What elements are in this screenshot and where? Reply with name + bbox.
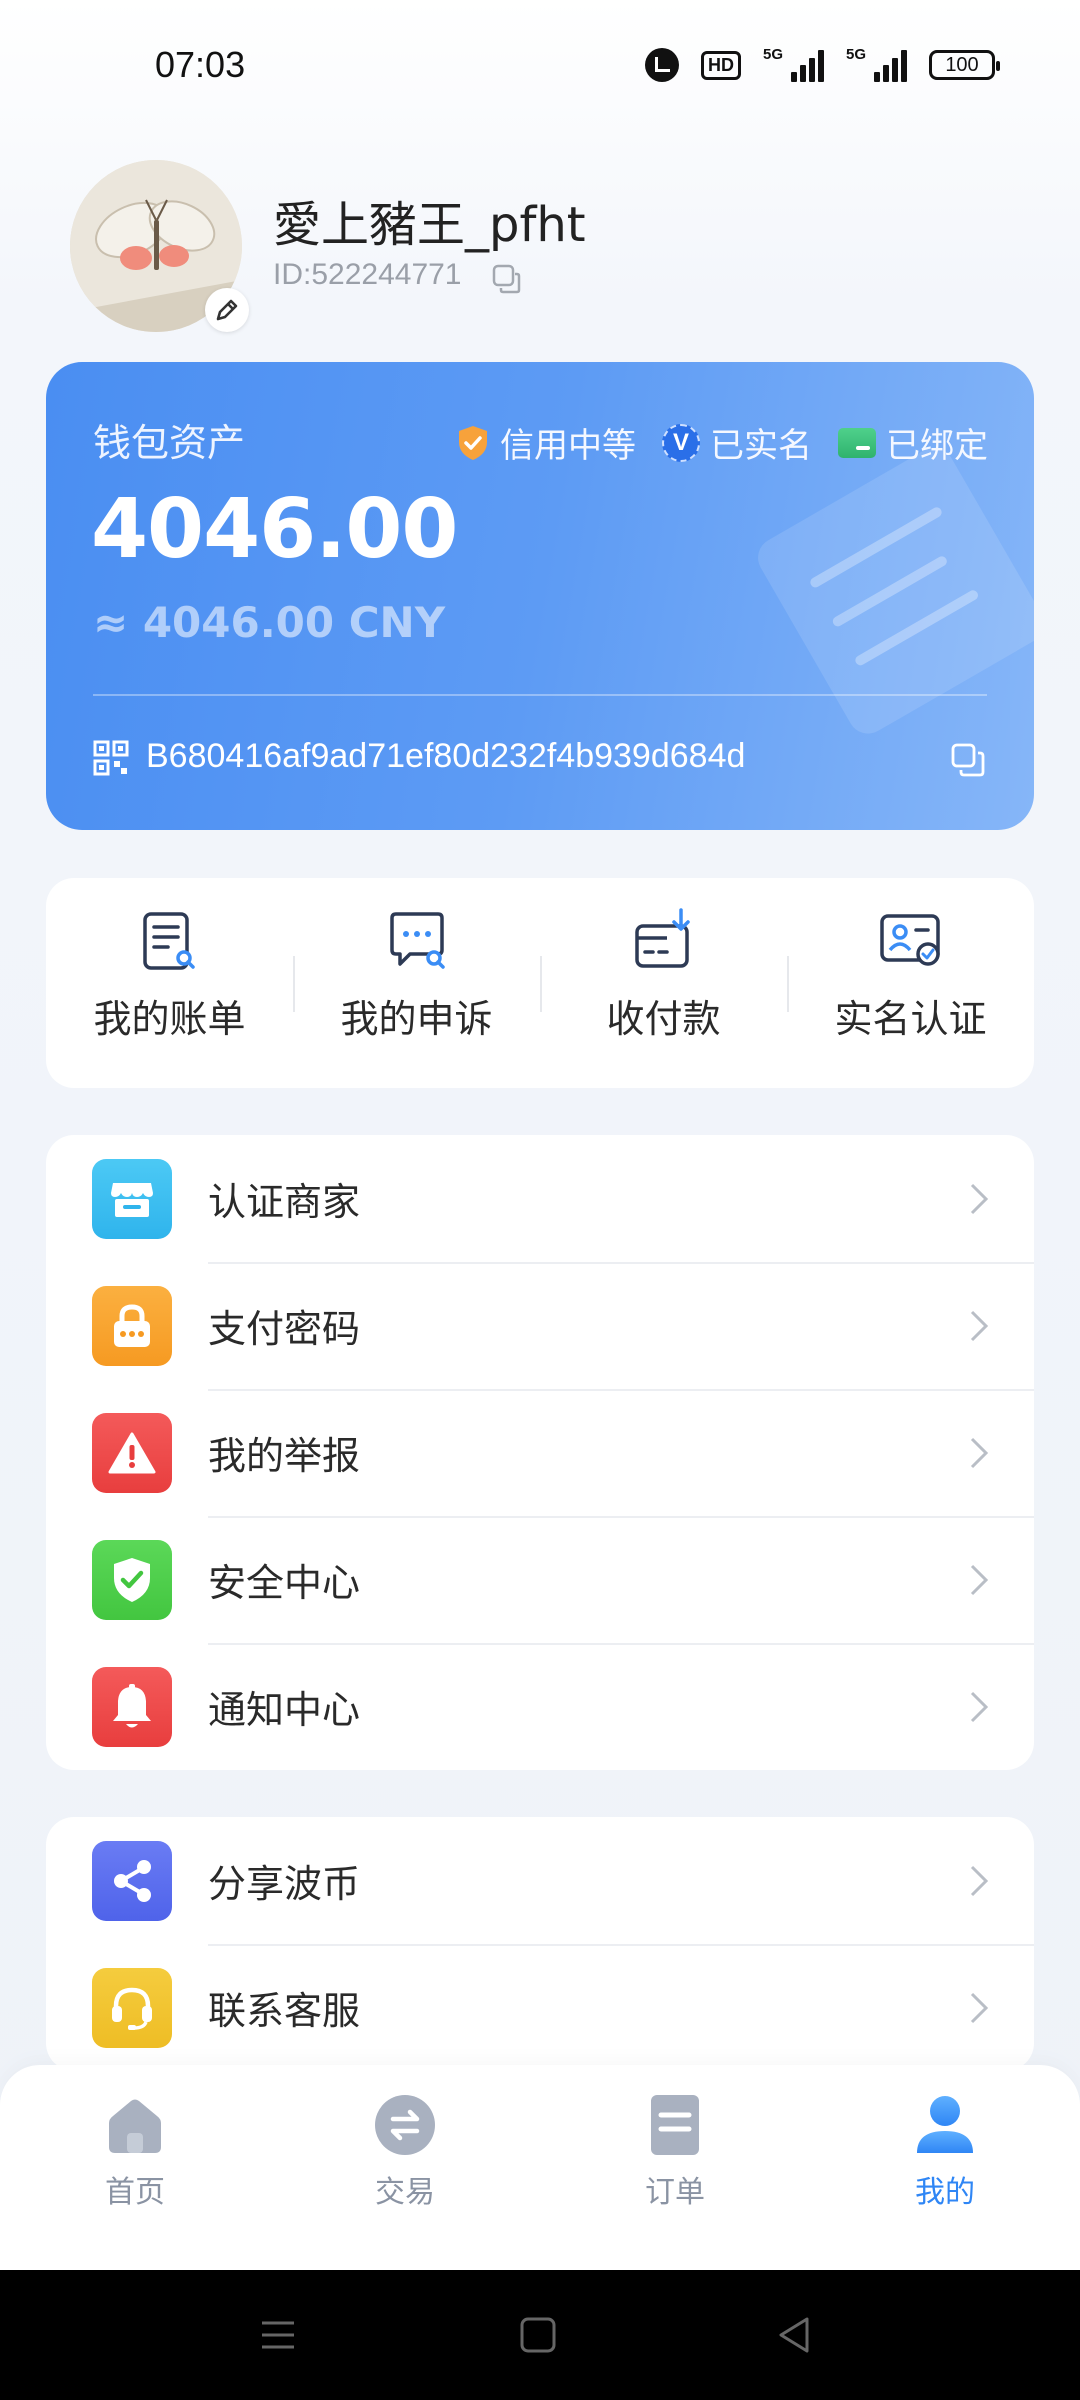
profile-icon [917, 2096, 973, 2153]
menu-item-support[interactable]: 联系客服 [46, 1944, 1034, 2071]
menu-label-merchant: 认证商家 [208, 1180, 361, 1224]
quick-item-appeals[interactable]: 我的申诉 [293, 878, 540, 1088]
tab-label-orders: 订单 [645, 2175, 705, 2210]
battery-icon: 100 [929, 50, 1000, 80]
home-nav-icon[interactable] [518, 2315, 558, 2355]
wallet-amount: 4046.00 [91, 482, 458, 577]
chevron-right-icon [970, 1310, 989, 1341]
warning-icon [92, 1413, 172, 1493]
quick-label-id-verify: 实名认证 [834, 997, 987, 1041]
appeal-chat-icon [389, 912, 445, 969]
tab-orders[interactable]: 订单 [540, 2065, 810, 2270]
status-bar: 07:03 HD 5G 5G 100 [0, 0, 1080, 135]
tab-home[interactable]: 首页 [0, 2065, 270, 2270]
signal-icon-2: 5G [846, 46, 907, 82]
tab-label-profile: 我的 [915, 2175, 975, 2210]
bill-search-icon [142, 912, 195, 970]
wallet-badges: 信用中等 V 已实名 已绑定 [456, 418, 988, 467]
verified-badge-label: 已实名 [710, 426, 812, 466]
chevron-right-icon [970, 1437, 989, 1468]
tab-label-home: 首页 [105, 2175, 165, 2210]
chevron-right-icon [970, 1992, 989, 2023]
menu-group-1: 认证商家 支付密码 我的举报 安全中心 通知中心 [46, 1135, 1034, 1770]
tab-trade[interactable]: 交易 [270, 2065, 540, 2270]
qr-code-icon[interactable] [93, 740, 129, 776]
exchange-icon [375, 2095, 435, 2155]
menu-label-pay-password: 支付密码 [208, 1307, 361, 1351]
quick-label-payments: 收付款 [606, 997, 721, 1041]
bank-card-icon [838, 427, 876, 458]
id-verify-icon [879, 914, 940, 966]
menu-label-notifications: 通知中心 [208, 1688, 361, 1732]
pencil-icon [216, 299, 238, 321]
shield-check-icon [92, 1540, 172, 1620]
chevron-right-icon [970, 1865, 989, 1896]
verified-v-icon: V [662, 423, 700, 462]
back-nav-icon[interactable] [775, 2315, 815, 2355]
menu-item-notifications[interactable]: 通知中心 [46, 1643, 1034, 1770]
store-icon [92, 1159, 172, 1239]
headset-icon [92, 1968, 172, 2048]
hd-voice-icon: HD [701, 50, 741, 80]
verified-badge: V 已实名 [662, 418, 812, 467]
quick-item-bills[interactable]: 我的账单 [46, 878, 293, 1088]
network-type-label: 5G [763, 46, 784, 63]
chevron-right-icon [970, 1691, 989, 1722]
bound-badge: 已绑定 [838, 418, 988, 467]
menu-item-security[interactable]: 安全中心 [46, 1516, 1034, 1643]
menu-group-2: 分享波币 联系客服 [46, 1817, 1034, 2071]
bound-badge-label: 已绑定 [886, 426, 988, 466]
menu-item-reports[interactable]: 我的举报 [46, 1389, 1034, 1516]
menu-label-support: 联系客服 [208, 1989, 361, 2033]
lock-icon [92, 1286, 172, 1366]
user-id: ID:522244771 [273, 258, 462, 291]
share-icon [92, 1841, 172, 1921]
username: 愛上豬王_pfht [273, 197, 586, 253]
home-icon [109, 2099, 161, 2153]
chevron-right-icon [970, 1183, 989, 1214]
quick-label-bills: 我的账单 [93, 997, 246, 1041]
system-nav-bar [0, 2270, 1080, 2400]
wallet-cny-equivalent: ≈ 4046.00 CNY [93, 598, 446, 647]
copy-icon[interactable] [490, 262, 524, 296]
wallet-divider [93, 694, 987, 696]
quick-label-appeals: 我的申诉 [340, 997, 493, 1041]
copy-address-icon[interactable] [950, 742, 986, 778]
menu-item-share[interactable]: 分享波币 [46, 1817, 1034, 1944]
tab-label-trade: 交易 [375, 2175, 435, 2210]
order-icon [651, 2095, 699, 2155]
menu-nav-icon[interactable] [258, 2315, 298, 2355]
receive-payment-icon [634, 908, 690, 968]
alarm-icon [645, 48, 679, 82]
menu-item-merchant[interactable]: 认证商家 [46, 1135, 1034, 1262]
edit-avatar-button[interactable] [205, 288, 249, 332]
wallet-label: 钱包资产 [93, 421, 246, 465]
menu-label-reports: 我的举报 [208, 1434, 361, 1478]
wallet-card[interactable]: 钱包资产 信用中等 V 已实名 已绑定 4046.00 ≈ 4046.00 CN… [46, 362, 1034, 830]
menu-label-security: 安全中心 [208, 1561, 361, 1605]
quick-item-payments[interactable]: 收付款 [540, 878, 787, 1088]
network-type-label: 5G [846, 46, 867, 63]
wallet-address: B680416af9ad71ef80d232f4b939d684d [146, 737, 746, 775]
shield-check-icon [459, 425, 487, 460]
quick-actions: 我的账单 我的申诉 收付款 实名认证 [46, 878, 1034, 1088]
signal-icon-1: 5G [763, 46, 824, 82]
menu-label-share: 分享波币 [208, 1862, 361, 1906]
chevron-right-icon [970, 1564, 989, 1595]
tab-profile[interactable]: 我的 [810, 2065, 1080, 2270]
bell-icon [92, 1667, 172, 1747]
bottom-tab-bar: 首页 交易 订单 我的 [0, 2065, 1080, 2270]
status-icons: HD 5G 5G 100 [645, 46, 1000, 82]
credit-badge: 信用中等 [456, 418, 636, 467]
credit-badge-label: 信用中等 [500, 426, 636, 466]
status-time: 07:03 [155, 44, 246, 85]
quick-item-id-verify[interactable]: 实名认证 [787, 878, 1034, 1088]
menu-item-pay-password[interactable]: 支付密码 [46, 1262, 1034, 1389]
